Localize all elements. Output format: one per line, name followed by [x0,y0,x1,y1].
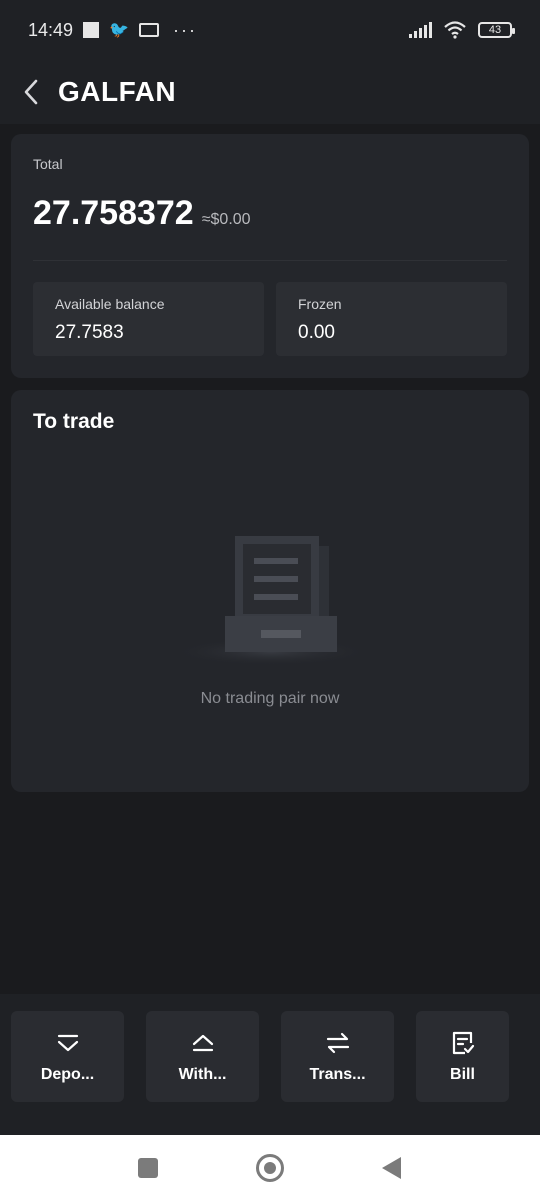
page-title: GALFAN [58,76,177,107]
empty-state-text: No trading pair now [200,690,340,707]
total-fiat-value: ≈$0.00 [201,211,251,228]
available-balance-label: Available balance [55,296,165,312]
system-back-icon[interactable] [382,1157,401,1179]
frozen-label: Frozen [298,296,342,312]
status-bar: 14:49 🐦 ··· 43 [0,0,540,60]
total-card: Total 27.758372 ≈$0.00 Available balance… [11,134,529,378]
transfer-label: Trans... [309,1065,366,1083]
bill-label: Bill [450,1065,475,1083]
back-arrow-icon[interactable] [20,77,42,107]
to-trade-title: To trade [33,410,115,433]
notification-square-icon [83,22,100,38]
more-notifications-icon: ··· [172,19,197,40]
wifi-icon [444,21,466,39]
withdraw-button[interactable]: With... [146,1011,259,1102]
frozen-value: 0.00 [298,322,335,343]
app-header: GALFAN [0,60,540,124]
mail-icon [138,23,159,37]
withdraw-icon [192,1034,213,1051]
divider [33,260,507,261]
transfer-button[interactable]: Trans... [281,1011,394,1102]
home-icon[interactable] [256,1154,284,1182]
total-value: 27.758372 [33,194,194,232]
battery-icon: 43 [478,22,515,38]
empty-state-illustration [171,536,371,666]
to-trade-card: To trade No trading pair now [11,390,529,792]
status-left: 14:49 🐦 ··· [28,20,197,41]
withdraw-label: With... [178,1065,227,1083]
transfer-icon [326,1032,349,1053]
battery-level: 43 [488,24,502,36]
available-balance-value: 27.7583 [55,322,124,343]
frozen-balance-box: Frozen 0.00 [276,282,507,356]
deposit-label: Depo... [40,1065,95,1083]
twitter-icon: 🐦 [109,22,129,39]
action-bar: Depo... With... Trans... Bill [0,994,540,1135]
bill-icon [452,1031,474,1054]
bill-button[interactable]: Bill [416,1011,509,1102]
status-time: 14:49 [28,19,74,40]
system-nav-bar [0,1135,540,1200]
deposit-icon [57,1034,78,1051]
total-label: Total [33,156,63,172]
signal-icon [409,22,432,38]
deposit-button[interactable]: Depo... [11,1011,124,1102]
recents-icon[interactable] [138,1158,158,1178]
total-row: 27.758372 ≈$0.00 [33,194,507,233]
available-balance-box: Available balance 27.7583 [33,282,264,356]
status-right: 43 [409,21,515,39]
